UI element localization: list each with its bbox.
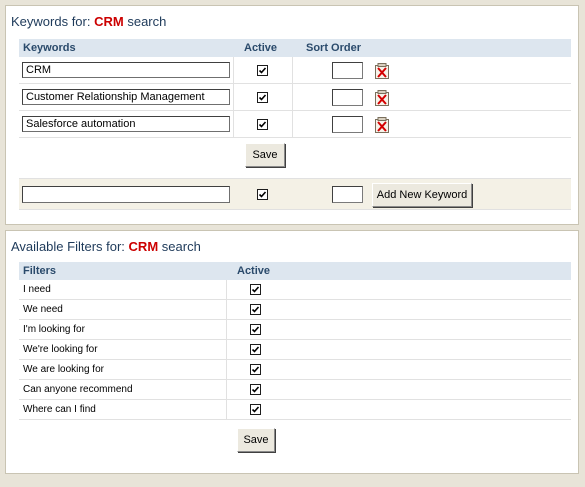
filter-row: We're looking for [19,340,571,360]
filter-row: Where can I find [19,400,571,420]
column-header-keywords: Keywords [23,42,76,54]
filters-table-header: Filters Active [19,262,571,280]
delete-x-icon[interactable] [375,117,389,133]
filter-row: I'm looking for [19,320,571,340]
filter-active-checkbox[interactable] [250,344,261,355]
filter-label: I need [23,284,51,295]
checkmark-icon [258,67,267,74]
filter-label: I'm looking for [23,324,85,335]
checkmark-icon [258,191,267,198]
new-keyword-active-checkbox[interactable] [257,189,268,200]
column-header-filters: Filters [23,265,57,277]
filters-panel-title: Available Filters for: CRM search [11,239,201,254]
save-filters-button[interactable]: Save [237,428,275,452]
save-row: Save [19,138,571,178]
keyword-input[interactable] [22,62,230,78]
filter-label: We need [23,304,63,315]
column-header-active: Active [237,265,271,277]
add-new-keyword-button[interactable]: Add New Keyword [372,183,472,207]
search-term: CRM [94,14,124,29]
title-suffix: search [161,239,201,254]
filter-active-checkbox[interactable] [250,284,261,295]
filter-active-checkbox[interactable] [250,404,261,415]
delete-x-icon[interactable] [375,90,389,106]
filter-active-checkbox[interactable] [250,384,261,395]
filter-row: We need [19,300,571,320]
checkmark-icon [251,306,260,313]
filter-row: We are looking for [19,360,571,380]
checkmark-icon [251,346,260,353]
checkmark-icon [251,386,260,393]
keywords-panel: Keywords for: CRM search Keywords Active… [5,5,579,225]
checkmark-icon [251,326,260,333]
filter-active-checkbox[interactable] [250,364,261,375]
active-checkbox[interactable] [257,92,268,103]
keyword-row [19,84,571,111]
filter-label: Can anyone recommend [23,384,133,395]
add-keyword-row: Add New Keyword [19,178,571,210]
keyword-row [19,57,571,84]
sort-order-input[interactable] [332,62,363,79]
keyword-input[interactable] [22,89,230,105]
save-row: Save [19,420,571,460]
new-keyword-sort-order-input[interactable] [332,186,363,203]
checkmark-icon [251,366,260,373]
delete-x-icon[interactable] [375,63,389,79]
checkmark-icon [251,286,260,293]
new-keyword-input[interactable] [22,186,230,203]
filter-row: I need [19,280,571,300]
save-keywords-button[interactable]: Save [245,143,285,167]
filter-label: We're looking for [23,344,98,355]
keyword-input[interactable] [22,116,230,132]
filter-label: We are looking for [23,364,104,375]
column-header-sort-order: Sort Order [306,42,362,54]
filters-panel: Available Filters for: CRM search Filter… [5,230,579,474]
keywords-panel-title: Keywords for: CRM search [11,14,166,29]
title-suffix: search [127,14,167,29]
filter-label: Where can I find [23,404,96,415]
filter-active-checkbox[interactable] [250,324,261,335]
search-term: CRM [128,239,159,254]
checkmark-icon [258,94,267,101]
active-checkbox[interactable] [257,65,268,76]
filter-active-checkbox[interactable] [250,304,261,315]
checkmark-icon [251,406,260,413]
title-prefix: Keywords for: [11,14,91,29]
sort-order-input[interactable] [332,89,363,106]
column-header-active: Active [244,42,278,54]
active-checkbox[interactable] [257,119,268,130]
title-prefix: Available Filters for: [11,239,125,254]
filter-row: Can anyone recommend [19,380,571,400]
keywords-table-header: Keywords Active Sort Order [19,39,571,57]
sort-order-input[interactable] [332,116,363,133]
checkmark-icon [258,121,267,128]
keyword-row [19,111,571,138]
